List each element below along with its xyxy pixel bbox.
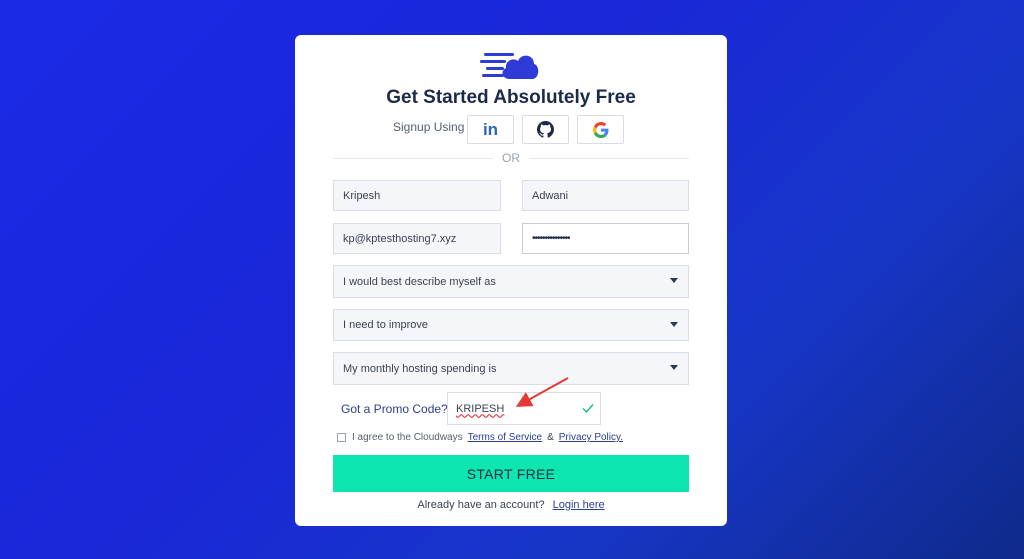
- describe-myself-select[interactable]: I would best describe myself as: [333, 265, 689, 298]
- start-free-button[interactable]: START FREE: [333, 455, 689, 492]
- linkedin-icon: in: [482, 119, 499, 139]
- caret-down-icon: [670, 322, 678, 327]
- cloudways-logo-icon: [480, 53, 539, 79]
- last-name-input[interactable]: Adwani: [522, 180, 689, 211]
- google-signup-button[interactable]: [577, 115, 624, 144]
- caret-down-icon: [670, 278, 678, 283]
- terms-checkbox[interactable]: [337, 433, 346, 442]
- check-icon: [582, 404, 594, 414]
- email-input[interactable]: kp@kptesthosting7.xyz: [333, 223, 501, 254]
- promo-code-input[interactable]: KRIPESH: [447, 392, 601, 425]
- github-icon: [537, 121, 554, 138]
- login-link[interactable]: Login here: [553, 499, 605, 511]
- signup-card: Get Started Absolutely Free Signup Using…: [295, 35, 727, 526]
- ampersand-text: &: [547, 432, 554, 443]
- password-input[interactable]: •••••••••••••••: [522, 223, 689, 254]
- caret-down-icon: [670, 365, 678, 370]
- password-value: •••••••••••••••: [532, 233, 571, 244]
- email-value: kp@kptesthosting7.xyz: [343, 232, 457, 245]
- google-icon: [592, 121, 608, 138]
- hosting-spending-select[interactable]: My monthly hosting spending is: [333, 352, 689, 385]
- already-have-account-text: Already have an account?: [417, 499, 545, 511]
- promo-code-label: Got a Promo Code?: [341, 402, 448, 416]
- promo-code-value: KRIPESH: [456, 402, 505, 415]
- signup-using-label: Signup Using: [393, 120, 465, 134]
- first-name-value: Kripesh: [343, 189, 381, 202]
- already-have-account-row: Already have an account? Login here: [295, 499, 727, 511]
- hosting-spending-value: My monthly hosting spending is: [343, 362, 497, 375]
- page-title: Get Started Absolutely Free: [386, 87, 636, 108]
- describe-myself-value: I would best describe myself as: [343, 275, 496, 288]
- agree-text: I agree to the Cloudways: [352, 432, 463, 443]
- or-divider: OR: [333, 151, 689, 165]
- improve-value: I need to improve: [343, 319, 428, 331]
- terms-agreement-row: I agree to the Cloudways Terms of Servic…: [337, 432, 623, 443]
- github-signup-button[interactable]: [522, 115, 569, 144]
- terms-of-service-link[interactable]: Terms of Service: [468, 432, 542, 443]
- privacy-policy-link[interactable]: Privacy Policy.: [559, 432, 623, 443]
- divider-line-right: [529, 158, 689, 159]
- linkedin-signup-button[interactable]: in: [467, 115, 514, 144]
- last-name-value: Adwani: [532, 189, 569, 202]
- first-name-input[interactable]: Kripesh: [333, 180, 501, 211]
- improve-select[interactable]: I need to improve: [333, 309, 689, 341]
